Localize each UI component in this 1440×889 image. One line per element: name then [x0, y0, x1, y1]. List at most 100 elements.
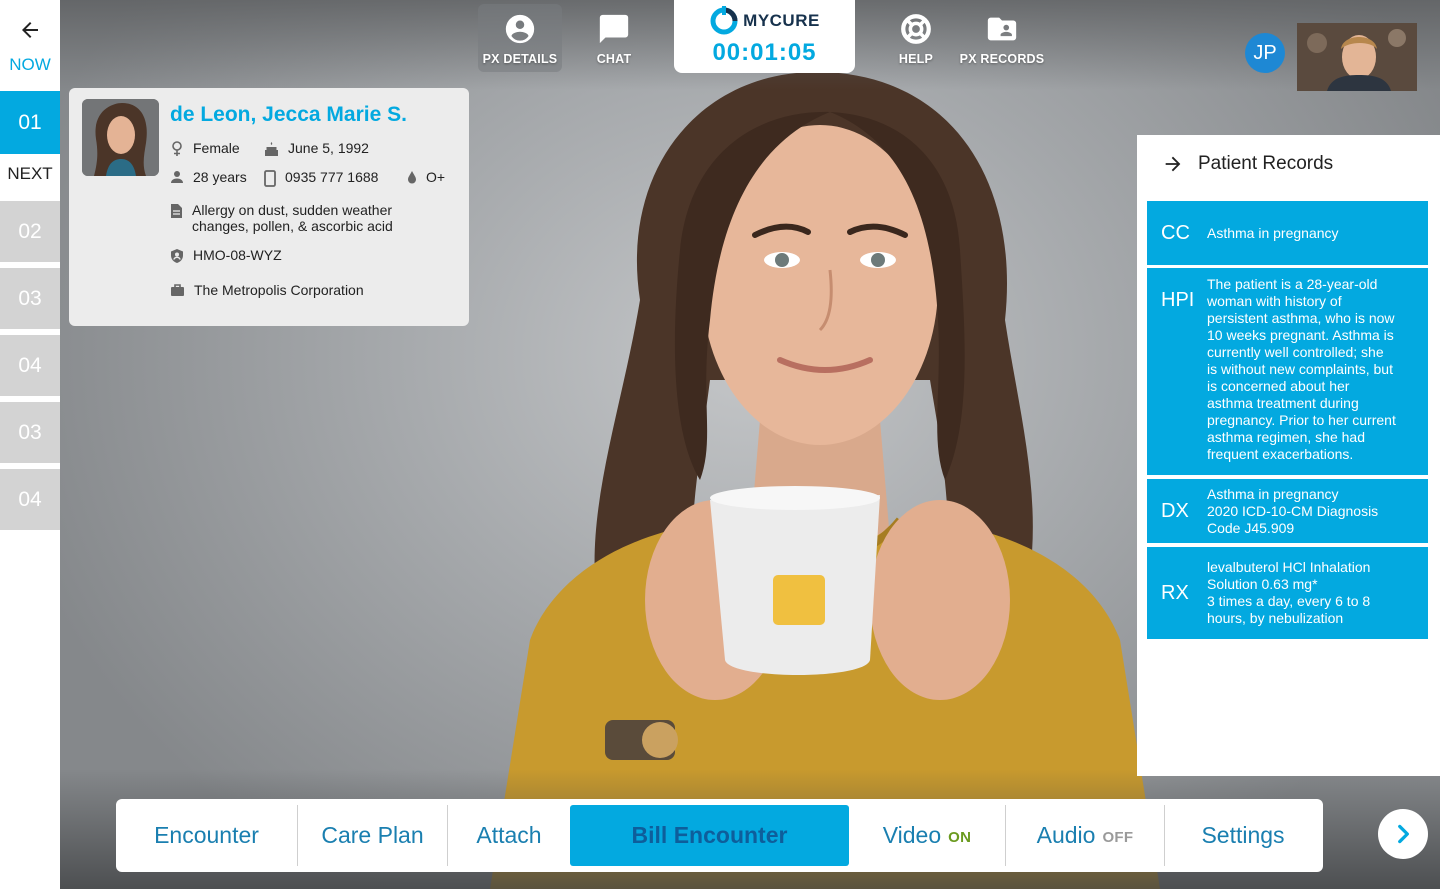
patient-birthdate-row: June 5, 1992 [264, 140, 369, 157]
allergy-line: changes, pollen, & ascorbic acid [192, 218, 393, 234]
patient-sex-row: Female [170, 140, 240, 157]
self-video-thumbnail[interactable] [1297, 23, 1417, 91]
help-label: HELP [898, 52, 934, 66]
bill-encounter-button[interactable]: Bill Encounter [570, 805, 849, 866]
record-line: levalbuterol HCl Inhalation [1207, 559, 1371, 575]
chevron-right-icon [1398, 824, 1409, 844]
records-title: Patient Records [1198, 153, 1334, 174]
record-dx[interactable]: DX Asthma in pregnancy 2020 ICD-10-CM Di… [1147, 479, 1428, 543]
record-line: 10 weeks pregnant. Asthma is [1207, 327, 1394, 343]
chat-button[interactable]: CHAT [572, 4, 656, 72]
arrow-left-icon [22, 22, 38, 38]
document-icon [171, 204, 182, 218]
call-timer: 00:01:05 [712, 39, 817, 66]
record-line: currently well controlled; she [1207, 344, 1384, 360]
queue-item[interactable]: 03 [0, 402, 60, 466]
record-line: 3 times a day, every 6 to 8 [1207, 593, 1371, 609]
help-button[interactable]: HELP [874, 4, 958, 72]
record-hpi[interactable]: HPI The patient is a 28-year-old woman w… [1147, 268, 1428, 475]
px-details-label: PX DETAILS [482, 52, 558, 66]
next-page-button[interactable] [1378, 809, 1428, 859]
encounter-button[interactable]: Encounter [116, 805, 298, 866]
video-label: Video [882, 822, 942, 848]
audio-toggle[interactable]: Audio OFF [1006, 805, 1165, 866]
allergy-line: Allergy on dust, sudden weather [192, 202, 393, 218]
patient-phone: 0935 777 1688 [285, 169, 379, 185]
next-label: NEXT [7, 164, 53, 183]
queue-item[interactable]: 04 [0, 469, 60, 533]
care-plan-button[interactable]: Care Plan [298, 805, 448, 866]
record-text: The patient is a 28-year-old woman with … [1207, 276, 1402, 463]
patient-blood-type: O+ [426, 169, 446, 185]
settings-label: Settings [1201, 822, 1285, 848]
record-line: hours, by nebulization [1207, 610, 1344, 626]
record-line: persistent asthma, who is now [1207, 310, 1395, 326]
patient-age-row: 28 years [170, 169, 247, 185]
audio-label: Audio [1036, 822, 1096, 848]
now-label: NOW [9, 55, 51, 74]
record-code: HPI [1161, 289, 1195, 311]
record-line: is without new complaints, but [1207, 361, 1393, 377]
record-text: Asthma in pregnancy 2020 ICD-10-CM Diagn… [1207, 486, 1384, 537]
bill-encounter-label: Bill Encounter [631, 822, 788, 848]
patient-photo [82, 99, 159, 176]
patient-hmo-row: HMO-08-WYZ [170, 247, 282, 264]
care-plan-label: Care Plan [321, 822, 424, 848]
patient-company-row: The Metropolis Corporation [170, 282, 364, 298]
queue-item[interactable]: 03 [0, 268, 60, 332]
encounter-label: Encounter [154, 822, 259, 848]
record-line: Asthma in pregnancy [1207, 485, 1339, 502]
patient-company: The Metropolis Corporation [194, 282, 364, 298]
doctor-avatar[interactable]: JP [1245, 33, 1285, 73]
call-control-bar: Encounter Care Plan Attach Bill Encounte… [116, 799, 1323, 872]
audio-state: OFF [1102, 829, 1134, 846]
record-line: Asthma in pregnancy [1207, 224, 1339, 241]
record-text: Asthma in pregnancy [1207, 225, 1345, 242]
video-state: ON [948, 829, 972, 846]
record-line: asthma regimen, she had [1207, 429, 1365, 445]
record-line: Solution 0.63 mg* [1207, 576, 1318, 592]
record-cc[interactable]: CC Asthma in pregnancy [1147, 201, 1428, 265]
attach-label: Attach [476, 822, 542, 848]
records-collapse-button[interactable]: Patient Records [1162, 153, 1333, 175]
record-line: The patient is a 28-year-old [1207, 276, 1378, 292]
patient-birthdate: June 5, 1992 [288, 140, 369, 156]
shield-user-icon [171, 249, 183, 263]
brand-timer-box: MYCURE 00:01:05 [674, 0, 855, 73]
patient-records-panel: Patient Records CC Asthma in pregnancy H… [1137, 135, 1440, 776]
blood-drop-icon [408, 171, 416, 184]
px-records-button[interactable]: PX RECORDS [960, 4, 1044, 72]
record-code: CC [1161, 221, 1190, 244]
lifebuoy-icon [901, 14, 931, 44]
patient-allergies: Allergy on dust, sudden weather changes,… [192, 202, 393, 234]
mycure-logo-icon [710, 6, 738, 35]
folder-account-icon [987, 17, 1017, 41]
queue-item[interactable]: 02 [0, 201, 60, 265]
queue-item[interactable]: 04 [0, 335, 60, 399]
back-button[interactable] [0, 8, 60, 52]
record-text: levalbuterol HCl Inhalation Solution 0.6… [1207, 559, 1376, 627]
record-line: frequent exacerbations. [1207, 446, 1354, 462]
settings-button[interactable]: Settings [1165, 805, 1321, 866]
record-line: 2020 ICD-10-CM Diagnosis [1207, 502, 1379, 519]
queue-sidebar: NOW 01 NEXT 02 03 04 03 04 [0, 0, 60, 889]
patient-photo-image [82, 99, 159, 176]
queue-current[interactable]: 01 [0, 91, 60, 154]
cake-icon [265, 142, 278, 156]
attach-button[interactable]: Attach [448, 805, 570, 866]
record-rx[interactable]: RX levalbuterol HCl Inhalation Solution … [1147, 547, 1428, 639]
px-records-label: PX RECORDS [959, 52, 1045, 66]
gender-icon [172, 141, 182, 156]
record-code: RX [1161, 581, 1189, 604]
patient-name: de Leon, Jecca Marie S. [170, 103, 407, 126]
patient-phone-row: 0935 777 1688 [264, 169, 378, 187]
px-details-button[interactable]: PX DETAILS [478, 4, 562, 72]
phone-icon [264, 170, 276, 187]
chat-label: CHAT [596, 52, 632, 66]
brand-name: MYCURE [743, 11, 820, 30]
record-line: woman with history of [1207, 293, 1342, 309]
video-toggle[interactable]: Video ON [849, 805, 1006, 866]
record-line: is concerned about her [1207, 378, 1350, 394]
record-line: asthma treatment during [1207, 395, 1359, 411]
record-line: pregnancy. Prior to her current [1207, 412, 1396, 428]
